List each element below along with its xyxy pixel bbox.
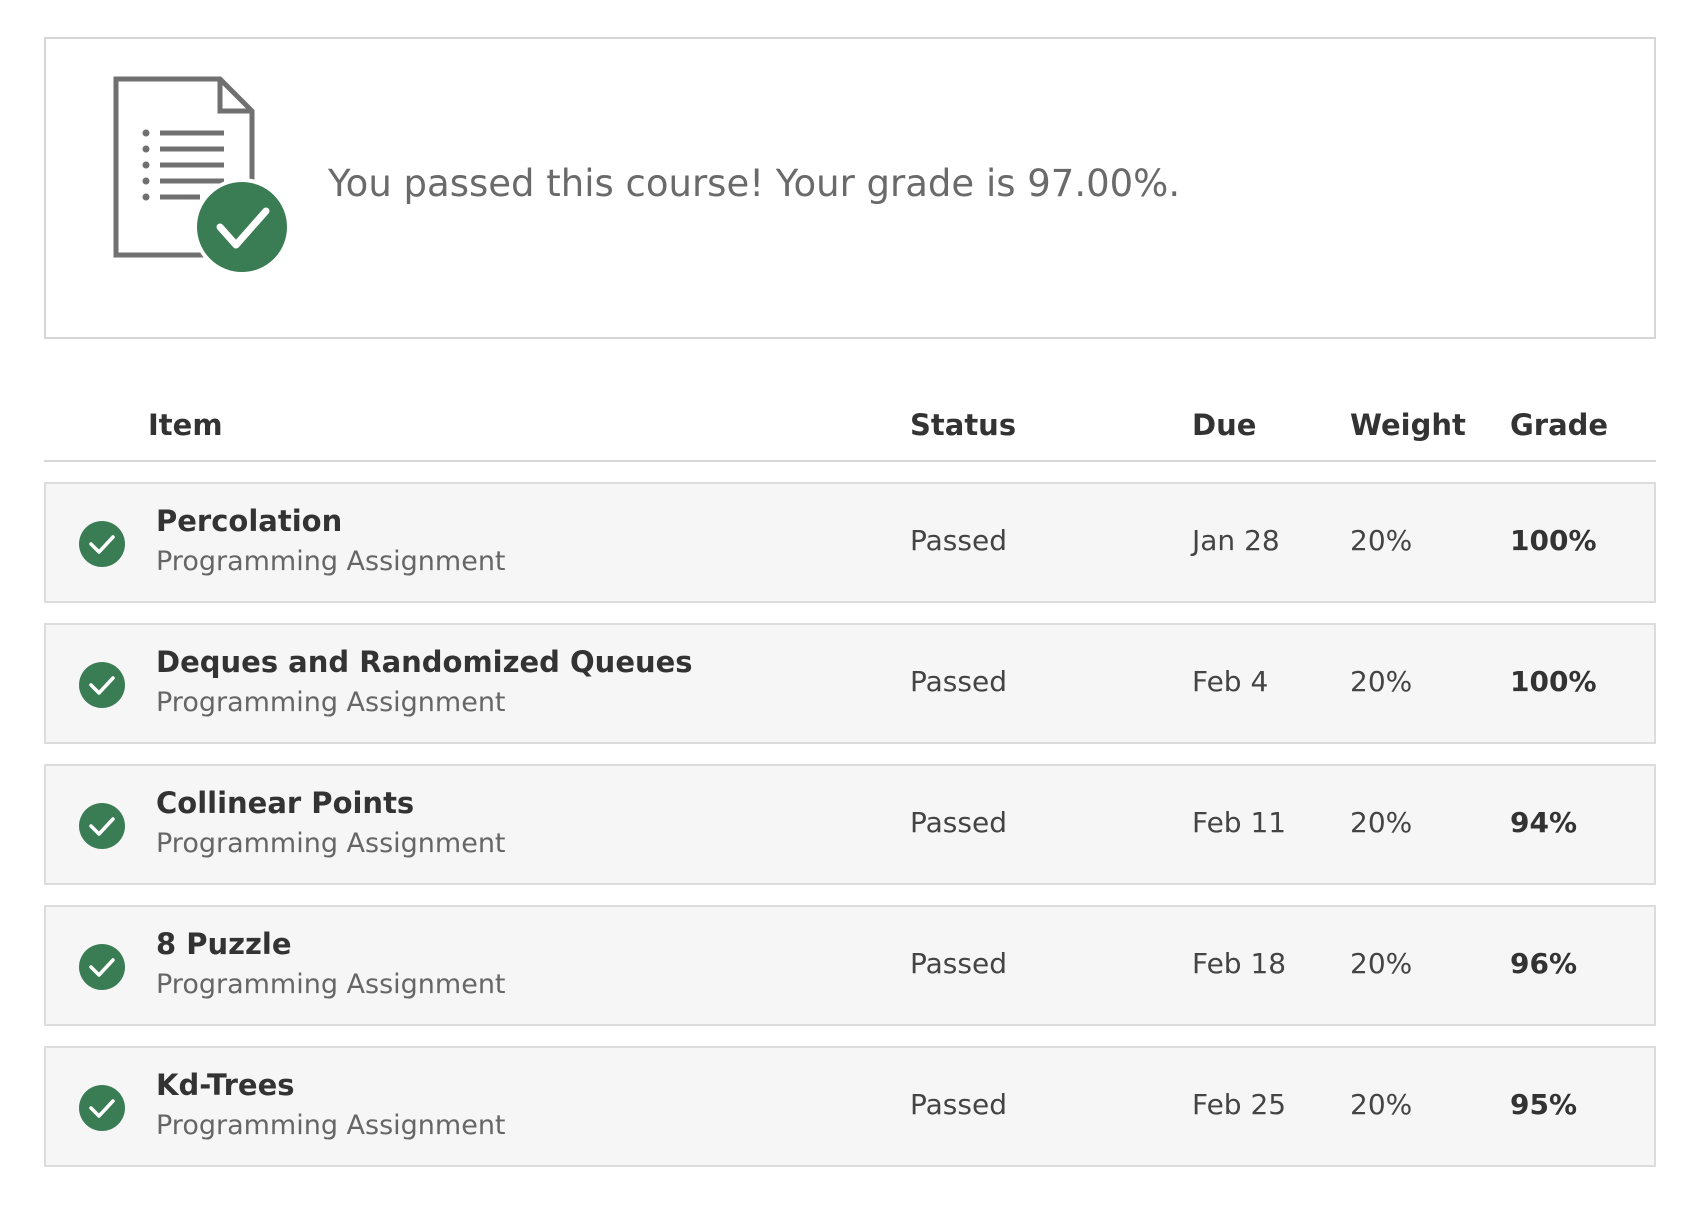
check-circle-icon	[79, 662, 125, 708]
document-check-icon	[113, 76, 291, 276]
grade-cell: 94%	[1510, 806, 1578, 839]
assignment-title-link[interactable]: 8 Puzzle	[156, 927, 292, 961]
course-result-message: You passed this course! Your grade is 97…	[328, 162, 1181, 205]
table-row[interactable]: 8 Puzzle Programming Assignment Passed F…	[44, 905, 1656, 1026]
table-row[interactable]: Collinear Points Programming Assignment …	[44, 764, 1656, 885]
due-date-cell: Jan 28	[1192, 524, 1280, 557]
grade-cell: 100%	[1510, 665, 1597, 698]
grade-cell: 100%	[1510, 524, 1597, 557]
weight-cell: 20%	[1350, 1088, 1413, 1121]
due-date-cell: Feb 11	[1192, 806, 1287, 839]
weight-cell: 20%	[1350, 806, 1413, 839]
course-result-banner: You passed this course! Your grade is 97…	[44, 37, 1656, 339]
grades-table-header: Item Status Due Weight Grade	[44, 390, 1656, 462]
weight-cell: 20%	[1350, 665, 1413, 698]
grade-cell: 96%	[1510, 947, 1578, 980]
weight-cell: 20%	[1350, 947, 1413, 980]
column-header-due: Due	[1192, 408, 1257, 442]
assignment-type: Programming Assignment	[156, 1110, 506, 1141]
assignment-type: Programming Assignment	[156, 828, 506, 859]
due-date-cell: Feb 4	[1192, 665, 1269, 698]
status-cell: Passed	[910, 524, 1007, 557]
due-date-cell: Feb 25	[1192, 1088, 1287, 1121]
assignment-type: Programming Assignment	[156, 969, 506, 1000]
assignment-type: Programming Assignment	[156, 687, 506, 718]
column-header-status: Status	[910, 408, 1017, 442]
assignment-title-link[interactable]: Kd-Trees	[156, 1068, 295, 1102]
check-circle-icon	[79, 944, 125, 990]
grade-cell: 95%	[1510, 1088, 1578, 1121]
column-header-item: Item	[148, 408, 223, 442]
table-row[interactable]: Kd-Trees Programming Assignment Passed F…	[44, 1046, 1656, 1167]
due-date-cell: Feb 18	[1192, 947, 1287, 980]
check-circle-icon	[79, 1085, 125, 1131]
assignment-type: Programming Assignment	[156, 546, 506, 577]
table-row[interactable]: Deques and Randomized Queues Programming…	[44, 623, 1656, 744]
check-circle-icon	[79, 803, 125, 849]
assignment-title-link[interactable]: Collinear Points	[156, 786, 414, 820]
column-header-grade: Grade	[1510, 408, 1609, 442]
status-cell: Passed	[910, 947, 1007, 980]
status-cell: Passed	[910, 665, 1007, 698]
check-circle-icon	[79, 521, 125, 567]
course-grades-page: You passed this course! Your grade is 97…	[0, 0, 1698, 1206]
status-cell: Passed	[910, 1088, 1007, 1121]
column-header-weight: Weight	[1350, 408, 1466, 442]
grades-table-body: Percolation Programming Assignment Passe…	[44, 482, 1656, 1187]
weight-cell: 20%	[1350, 524, 1413, 557]
assignment-title-link[interactable]: Percolation	[156, 504, 342, 538]
table-row[interactable]: Percolation Programming Assignment Passe…	[44, 482, 1656, 603]
status-cell: Passed	[910, 806, 1007, 839]
assignment-title-link[interactable]: Deques and Randomized Queues	[156, 645, 693, 679]
